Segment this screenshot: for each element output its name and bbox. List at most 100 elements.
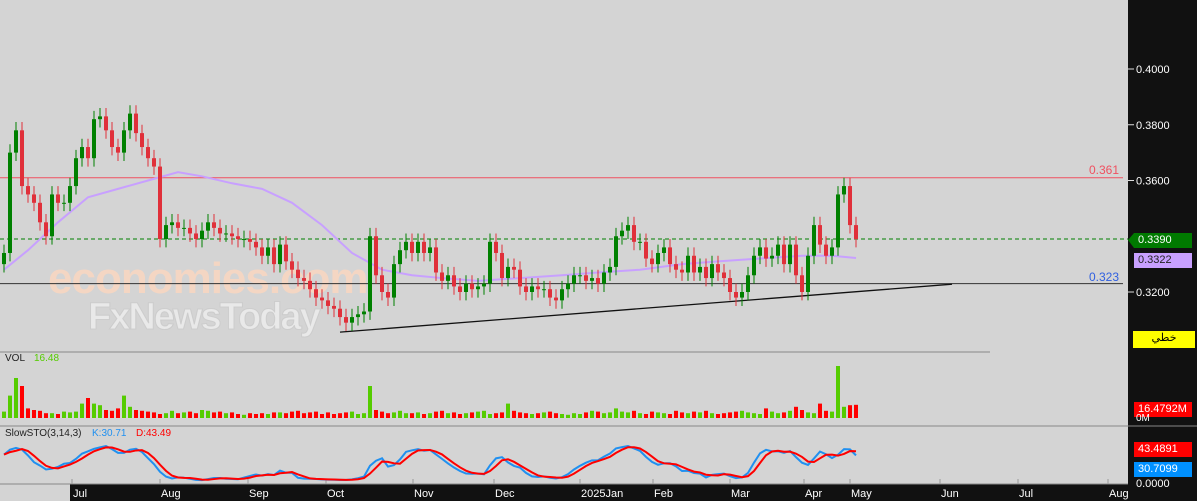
volume-bar [254,414,258,418]
candle-body [140,133,144,148]
candle [242,230,246,248]
volume-bar [470,412,474,418]
candle-body [344,317,348,323]
candle-body [494,241,498,253]
candle-body [278,244,282,265]
candle [14,121,18,161]
volume-bar [218,411,222,418]
stochastic-k-tag: 30.7099 [1134,462,1192,477]
candle [752,247,756,284]
candle-body [728,278,732,292]
volume-bar [32,410,36,418]
candle [644,233,648,267]
candle-body [176,222,180,228]
candle-body [284,244,288,262]
candle-body [566,283,570,290]
candle [206,213,210,240]
volume-bar [134,410,138,418]
volume-bar [50,413,54,418]
candle [554,289,558,309]
candle-body [212,222,216,228]
candle-body [104,116,108,131]
candle-body [266,247,270,256]
volume-bar [566,414,570,418]
candle-body [740,292,744,298]
candle-body [368,236,372,312]
candle [548,280,552,306]
volume-bar [110,410,114,418]
volume-bar [98,405,102,418]
volume-bar [362,413,366,418]
volume-bar [404,413,408,418]
candle-body [710,264,714,279]
candle-body [764,247,768,259]
candle [314,280,318,306]
candle [812,216,816,265]
volume-bar [842,406,846,418]
volume-bar [746,412,750,418]
candle-body [758,247,762,256]
volume-bar [188,411,192,418]
volume-bar [314,411,318,418]
volume-bar [92,403,96,418]
candle [626,216,630,240]
stochastic-title: SlowSTO(3,14,3) [5,428,82,439]
candle-body [224,233,228,235]
candle [668,239,672,273]
time-tick-label: Feb [654,488,673,500]
candle-body [428,247,432,253]
chart-type-button[interactable]: خطي [1133,331,1195,348]
candle [56,186,60,212]
candle [452,266,456,295]
candle [518,261,522,295]
candle-body [572,275,576,284]
candle [62,194,66,212]
candle-body [410,241,414,253]
candle [182,219,186,237]
candle [410,233,414,262]
candle-body [164,225,168,240]
candle-body [830,247,834,256]
candle-body [206,222,210,231]
candle [788,236,792,273]
volume-bar [440,410,444,418]
candle-body [122,130,126,153]
volume-bar [632,410,636,418]
candle-body [614,236,618,267]
candle-body [98,116,102,120]
volume-bar [674,410,678,418]
volume-bar [392,412,396,418]
time-tick-label: Apr [805,488,822,500]
candle-body [26,186,30,195]
candle [782,236,786,273]
candle-body [362,311,366,315]
candle-body [134,113,138,134]
candle-body [404,241,408,251]
volume-bar [350,411,354,418]
time-tick-label: Aug [161,488,181,500]
candle-body [44,222,48,237]
candle [374,227,378,284]
candle [302,269,306,290]
volume-bar [140,410,144,418]
candle [290,252,294,279]
candle [728,269,732,301]
candle-body [776,244,780,256]
candle-body [254,241,258,248]
volume-bar [848,405,852,418]
volume-bar [326,412,330,418]
candle [824,236,828,265]
volume-bar [158,414,162,418]
volume-bar [14,378,18,418]
volume-bar [332,414,336,418]
candle [218,219,222,242]
chart-canvas[interactable]: 0.4000 0.3800 0.3600 0.3200 Jul Aug Sep Oct Nov D… [0,0,1197,501]
candle-body [332,305,336,309]
candle-body [824,244,828,256]
candle [350,308,354,332]
candle-body [674,264,678,270]
candle-body [644,241,648,259]
candle [494,233,498,262]
stochastic-d-tag: 43.4891 [1134,442,1192,457]
candle [146,138,150,167]
